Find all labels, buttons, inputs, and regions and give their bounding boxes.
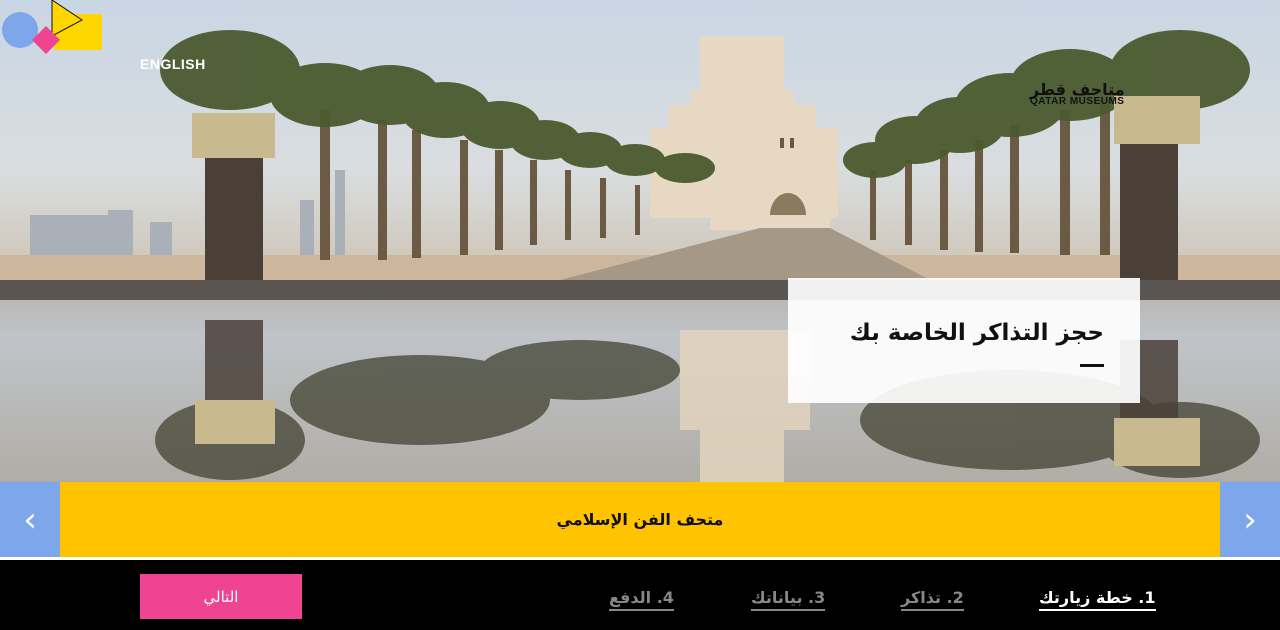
hero-title-card: حجز التذاكر الخاصة بك: [788, 278, 1140, 403]
page-title: حجز التذاكر الخاصة بك: [849, 320, 1104, 346]
logo-english-text: QATAR MUSEUMS: [1030, 96, 1125, 107]
selected-museum-name: متحف الفن الإسلامي: [556, 510, 724, 529]
next-step-button[interactable]: التالي: [140, 574, 302, 619]
title-underline: [1080, 364, 1104, 367]
next-museum-button[interactable]: ›: [1220, 482, 1280, 557]
step-tickets[interactable]: 2. تذاكر: [901, 588, 964, 611]
step-your-details[interactable]: 3. بياناتك: [751, 588, 826, 611]
language-toggle-link[interactable]: ENGLISH: [140, 56, 206, 72]
step-plan-your-visit[interactable]: 1. خطة زيارتك: [1039, 588, 1156, 611]
qatar-museums-logo[interactable]: [0, 0, 104, 96]
booking-steps-footer: التالي 4. الدفع 3. بياناتك 2. تذاكر 1. خ…: [0, 560, 1280, 630]
hero-image: ENGLISH متاحف قطر QATAR MUSEUMS حجز التذ…: [0, 0, 1280, 482]
museum-selector-banner: ‹ متحف الفن الإسلامي ›: [0, 482, 1280, 557]
step-payment[interactable]: 4. الدفع: [609, 588, 674, 611]
museum-photo: [0, 30, 1280, 482]
chevron-right-icon: ›: [1243, 499, 1257, 540]
